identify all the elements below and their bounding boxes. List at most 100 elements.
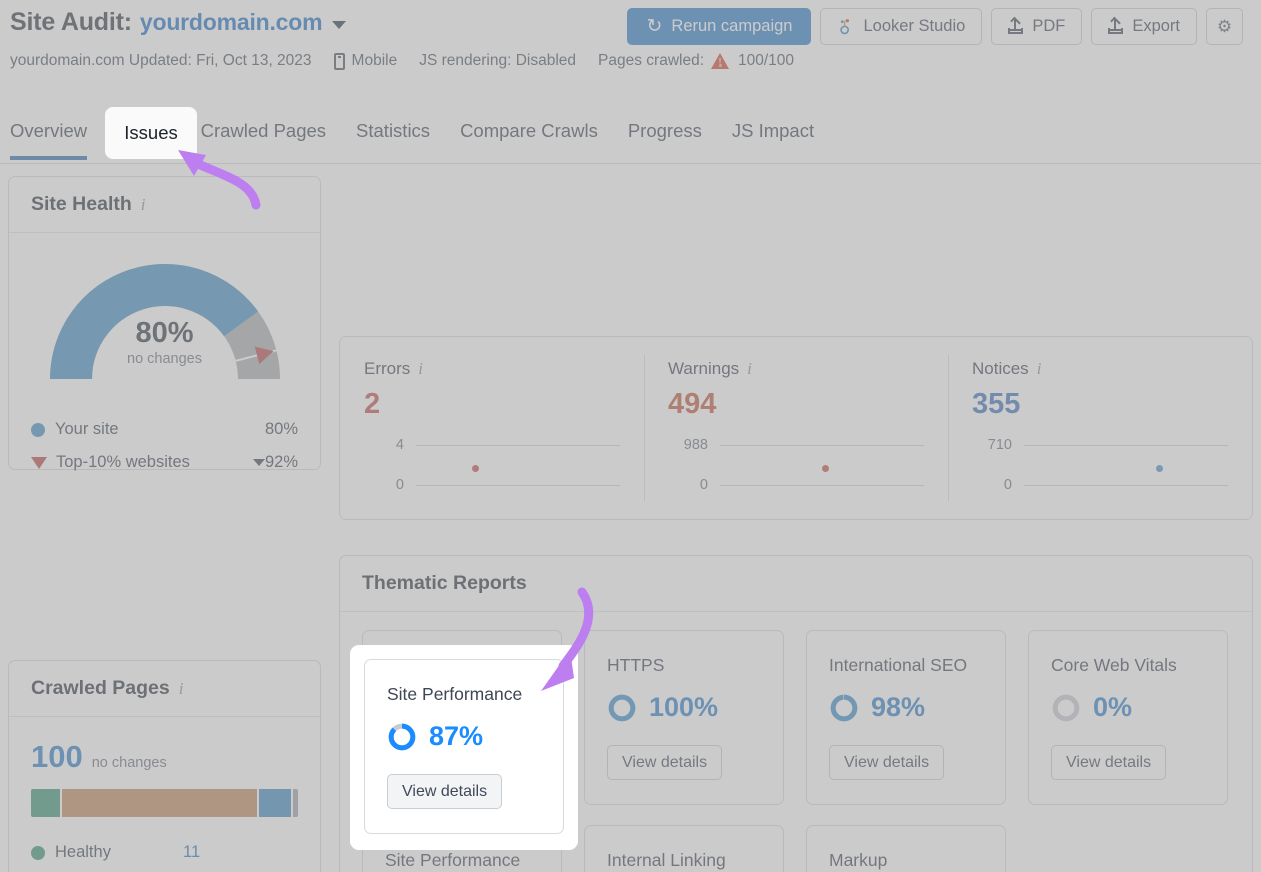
thematic-card-international-seo[interactable]: International SEO 98% View details [806,630,1006,805]
thematic-card-percent: 100% [649,692,718,723]
sparkline-data-point [822,465,829,472]
stat-header: Warningsi [668,359,924,379]
sparkline-gridline [416,485,620,486]
stat-header: Notices i [972,359,1228,379]
tab-label: Compare Crawls [460,120,598,141]
thematic-card-percent: 98% [871,692,925,723]
thematic-card-title: International SEO [829,655,983,676]
crawled-pages-title: Crawled Pages [31,677,170,700]
crawled-pages-legend-row: Healthy11 [31,835,298,870]
benchmark-triangle-icon [31,457,47,469]
sparkline-top-tick: 710 [972,437,1012,453]
legend-label: Your site [55,420,265,439]
crawled-pages-header: Crawled Pages i [9,661,320,717]
stat-errors[interactable]: Errorsi240 [340,337,644,519]
legend-label: Healthy [55,843,183,862]
pdf-button[interactable]: PDF [991,8,1082,45]
thematic-reports-title: Thematic Reports [362,572,527,595]
site-health-header: Site Health i [9,177,320,233]
tab-label: JS Impact [732,120,814,141]
tab-label: Statistics [356,120,430,141]
sparkline-data-point [472,465,479,472]
stat-value: 494 [668,388,924,421]
info-icon[interactable]: i [747,359,752,379]
chevron-down-icon[interactable] [253,459,265,466]
thematic-reports-header: Thematic Reports [340,556,1252,612]
looker-studio-button[interactable]: Looker Studio [820,8,982,45]
site-health-legend: Your site80% Top-10% websites92% [31,413,298,479]
header-actions: ↻ Rerun campaign Looker Studio PDF [627,8,1243,45]
bar-segment [62,789,258,817]
domain-link[interactable]: yourdomain.com [140,9,323,36]
tab-progress[interactable]: Progress [613,104,717,160]
info-icon[interactable]: i [418,359,423,379]
stat-label: Errors [364,359,410,379]
thematic-card-internal-linking[interactable]: Internal Linking90%View details [584,825,784,872]
site-performance-card-highlight: Site Performance 87% View details [350,645,578,850]
thematic-card-score: 87% [387,721,541,752]
export-button[interactable]: Export [1091,8,1197,45]
upload-icon [1108,19,1123,34]
info-icon[interactable]: i [179,679,184,699]
legend-value: 80% [265,420,298,439]
tab-label: Overview [10,120,87,141]
pages-crawled-label: Pages crawled: [598,52,704,70]
view-details-button[interactable]: View details [829,745,944,780]
tab-label: Progress [628,120,702,141]
issues-tab-highlight[interactable]: Issues [105,107,197,159]
progress-ring-icon [829,693,859,723]
stat-sparkline: 9880 [668,437,924,499]
thematic-card-markup[interactable]: Markup97%View details [806,825,1006,872]
progress-ring-icon [1051,693,1081,723]
info-icon[interactable]: i [1037,359,1042,379]
thematic-card-title: Site Performance [387,684,541,705]
view-details-button[interactable]: View details [1051,745,1166,780]
thematic-card-score: 98% [829,692,983,723]
tab-statistics[interactable]: Statistics [341,104,445,160]
bar-segment [293,789,298,817]
js-rendering-text: JS rendering: Disabled [419,52,576,70]
legend-dot-icon [31,423,45,437]
tab-js-impact[interactable]: JS Impact [717,104,829,160]
tab-overview[interactable]: Overview [10,104,102,160]
crawled-pages-count: 100 [31,739,83,775]
stat-notices[interactable]: Noticesi3557100 [948,337,1252,519]
site-health-legend-row: Top-10% websites92% [31,446,298,479]
info-icon[interactable]: i [141,195,146,215]
sparkline-gridline [720,485,924,486]
tab-compare-crawls[interactable]: Compare Crawls [445,104,613,160]
warning-triangle-icon [711,53,729,69]
view-details-button[interactable]: View details [387,774,502,809]
pdf-label: PDF [1032,17,1065,36]
site-health-percent: 80% [45,317,285,350]
export-label: Export [1132,17,1180,36]
thematic-card-core-web-vitals[interactable]: Core Web Vitals0%View details [1028,630,1228,805]
gear-icon: ⚙ [1217,17,1232,37]
page-title: Site Audit: yourdomain.com [10,8,346,37]
thematic-card-percent: 0% [1093,692,1132,723]
sparkline-top-tick: 4 [364,437,404,453]
site-health-change: no changes [45,351,285,367]
rerun-campaign-button[interactable]: ↻ Rerun campaign [627,8,811,45]
stat-warnings[interactable]: Warningsi 494 9880 [644,337,948,519]
view-details-button[interactable]: View details [607,745,722,780]
stat-label: Notices [972,359,1029,379]
sparkline-gridline [1024,445,1228,446]
thematic-card-https[interactable]: HTTPS100%View details [584,630,784,805]
upload-icon [1008,19,1023,34]
crawled-pages-total: 100 no changes [31,739,320,775]
settings-button[interactable]: ⚙ [1206,8,1243,45]
sparkline-bottom-tick: 0 [364,477,404,493]
tab-label: Crawled Pages [201,120,326,141]
tab-crawled-pages[interactable]: Crawled Pages [186,104,341,160]
crawled-pages-legend: Healthy11Broken0Have issues75Redirects12… [31,835,298,872]
sparkline-bottom-tick: 0 [972,477,1012,493]
legend-value: 92% [265,453,298,472]
crawled-pages-change: no changes [92,755,167,771]
thematic-card-site-performance[interactable]: Site Performance 87% View details [364,659,564,834]
legend-dot-icon [31,846,45,860]
chevron-down-icon[interactable] [332,21,346,29]
sparkline-gridline [416,445,620,446]
looker-studio-icon [837,18,854,35]
sparkline-data-point [1156,465,1163,472]
